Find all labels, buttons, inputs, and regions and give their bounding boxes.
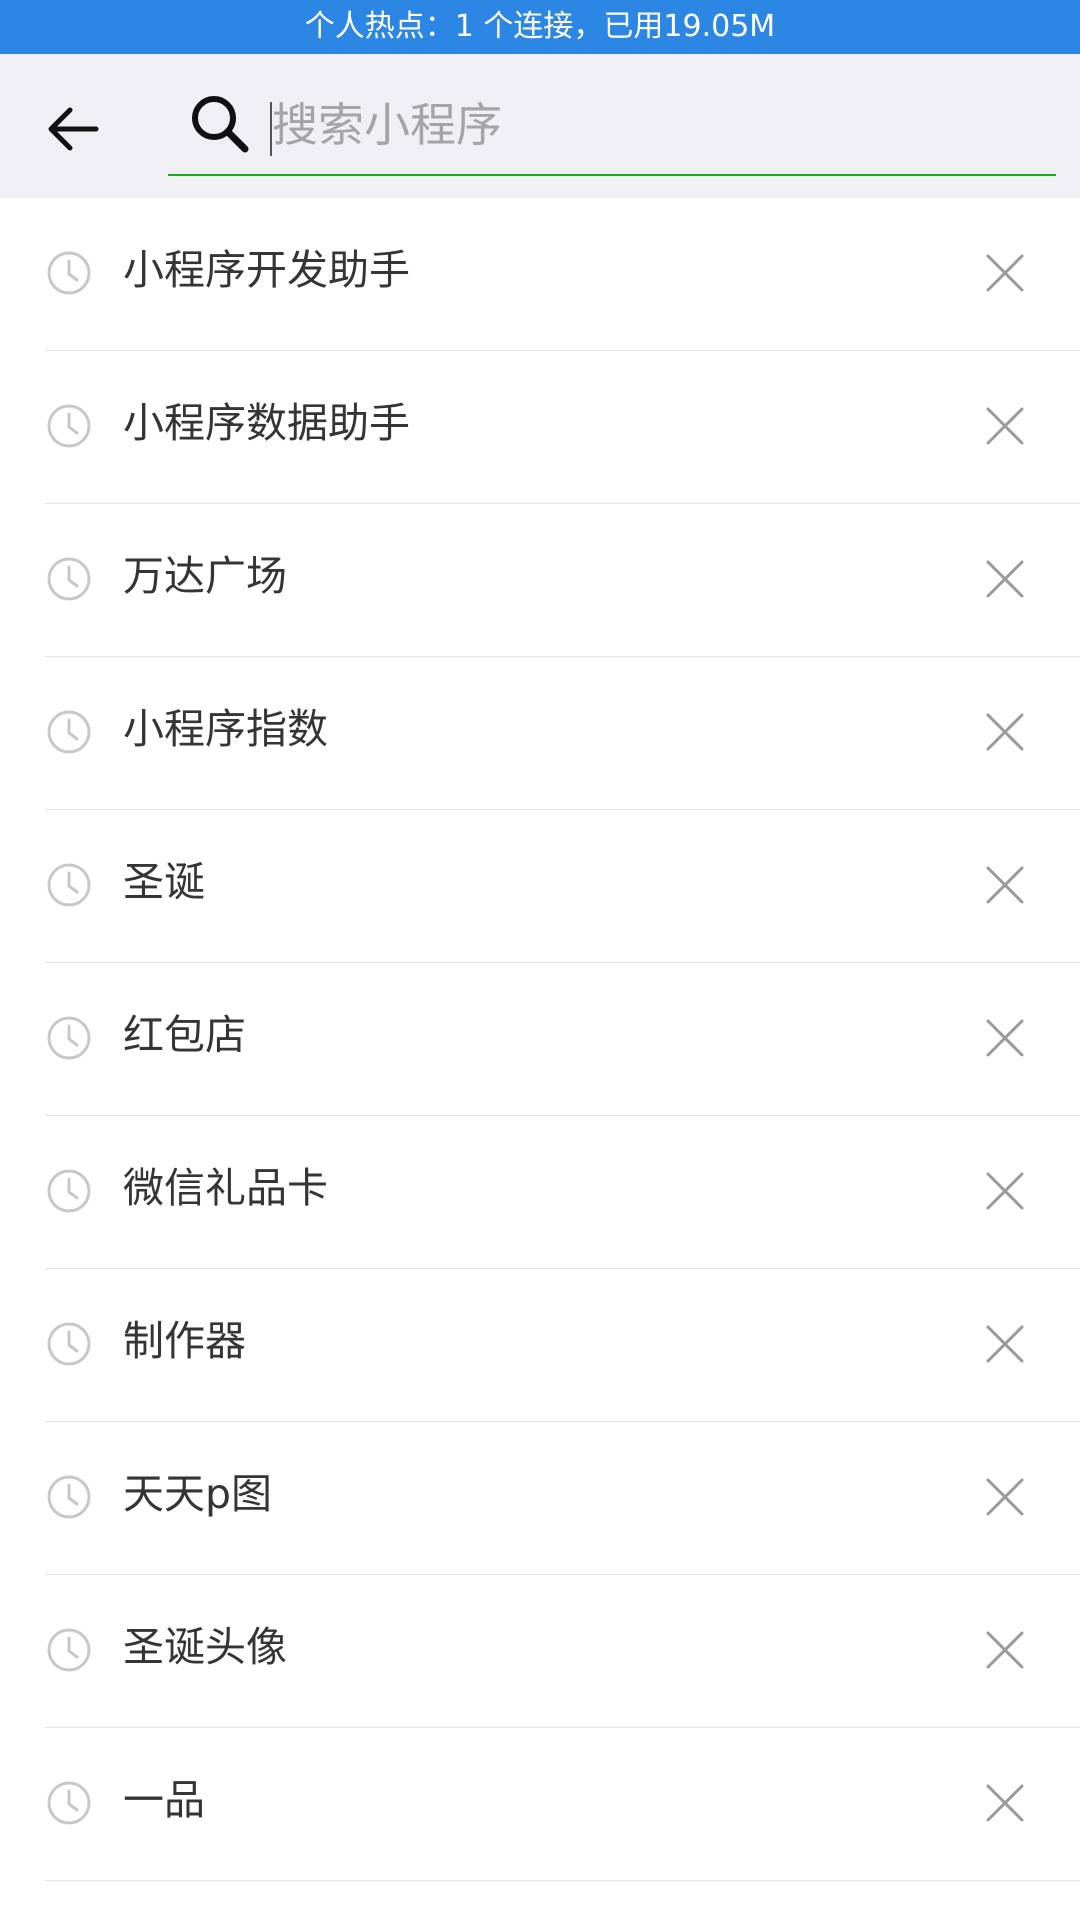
close-icon[interactable] [980, 1472, 1030, 1522]
history-item-label: 万达广场 [123, 552, 287, 600]
close-icon[interactable] [980, 401, 1030, 451]
arrow-left-icon [48, 107, 99, 151]
back-button[interactable] [28, 94, 118, 164]
close-icon[interactable] [980, 554, 1030, 604]
clock-icon [47, 251, 91, 295]
history-item-label: 制作器 [123, 1317, 246, 1365]
history-item-label: 圣诞头像 [123, 1623, 287, 1671]
history-item-label: 红包店 [123, 1011, 246, 1059]
history-item-label: 一品 [123, 1776, 205, 1824]
search-header [0, 54, 1080, 198]
clock-icon [47, 1322, 91, 1366]
history-item-label: 天天p图 [123, 1470, 273, 1518]
clock-icon [47, 1628, 91, 1672]
history-item[interactable]: 天天p图 [0, 1422, 1080, 1575]
history-item[interactable]: 小程序数据助手 [0, 351, 1080, 504]
history-item[interactable]: 微信礼品卡 [0, 1116, 1080, 1269]
search-icon [192, 96, 249, 153]
history-item[interactable]: 圣诞头像 [0, 1575, 1080, 1728]
history-item-label: 小程序数据助手 [123, 399, 410, 447]
close-icon[interactable] [980, 1166, 1030, 1216]
clock-icon [47, 404, 91, 448]
history-item[interactable]: 万达广场 [0, 504, 1080, 657]
close-icon[interactable] [980, 1778, 1030, 1828]
close-icon[interactable] [980, 707, 1030, 757]
search-bar[interactable] [168, 74, 1056, 176]
history-item[interactable]: 小程序指数 [0, 657, 1080, 810]
close-icon[interactable] [980, 248, 1030, 298]
history-item[interactable]: 一品 [0, 1728, 1080, 1881]
search-input[interactable] [272, 92, 1032, 158]
close-icon[interactable] [980, 1625, 1030, 1675]
history-item-label: 小程序开发助手 [123, 246, 410, 294]
clock-icon [47, 557, 91, 601]
close-icon[interactable] [980, 1013, 1030, 1063]
history-item-label: 圣诞 [123, 858, 205, 906]
close-icon[interactable] [980, 1319, 1030, 1369]
history-item[interactable]: 红包店 [0, 963, 1080, 1116]
clock-icon [47, 863, 91, 907]
history-item-label: 小程序指数 [123, 705, 328, 753]
clock-icon [47, 1169, 91, 1213]
history-item[interactable]: 小程序开发助手 [0, 198, 1080, 351]
history-item[interactable]: 圣诞 [0, 810, 1080, 963]
clock-icon [47, 710, 91, 754]
clock-icon [47, 1016, 91, 1060]
status-bar: 个人热点：1 个连接，已用19.05M [0, 0, 1080, 54]
close-icon[interactable] [980, 860, 1030, 910]
clock-icon [47, 1781, 91, 1825]
search-history-list: 小程序开发助手 小程序数据助手 万达广场 小程序指数 圣诞 红包店 微信礼品卡 … [0, 198, 1080, 1881]
history-item[interactable]: 制作器 [0, 1269, 1080, 1422]
clock-icon [47, 1475, 91, 1519]
history-item-label: 微信礼品卡 [123, 1164, 328, 1212]
status-text: 个人热点：1 个连接，已用19.05M [304, 9, 776, 44]
